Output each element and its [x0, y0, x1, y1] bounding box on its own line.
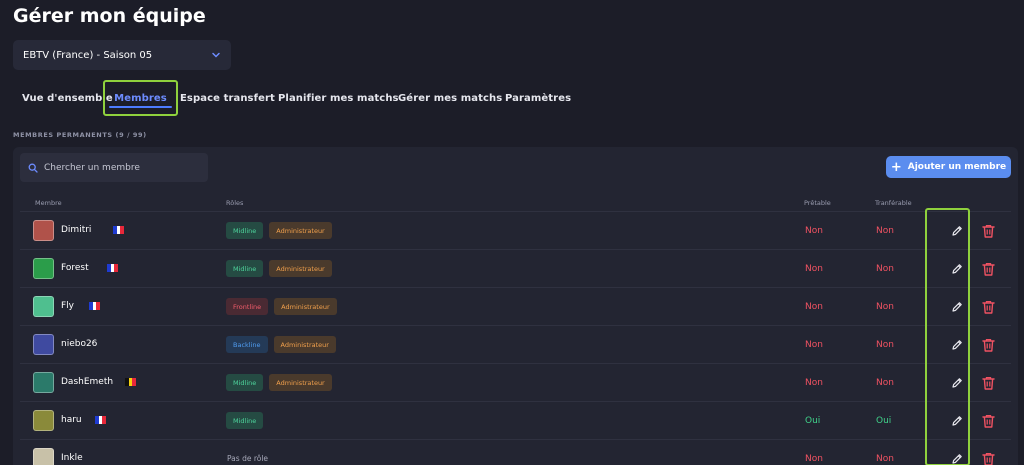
role-badges: Frontline Administrateur — [226, 298, 337, 315]
tab-transfer[interactable]: Espace transfert — [180, 80, 275, 116]
member-name[interactable]: Fly — [61, 301, 74, 311]
role-badge: Administrateur — [269, 260, 332, 277]
avatar — [33, 258, 54, 279]
plus-icon: + — [890, 159, 902, 175]
search-input[interactable] — [44, 162, 194, 173]
edit-pencil-icon[interactable] — [951, 453, 963, 465]
transferable-value: Oui — [876, 416, 892, 426]
delete-trash-icon[interactable] — [982, 376, 995, 390]
delete-trash-icon[interactable] — [982, 338, 995, 352]
transferable-value: Non — [876, 302, 894, 312]
loanable-value: Non — [805, 264, 823, 274]
edit-pencil-icon[interactable] — [951, 301, 963, 313]
role-badge: Midline — [226, 222, 264, 239]
table-row: Inkle Pas de rôle Non Non — [20, 439, 1011, 465]
member-name[interactable]: niebo26 — [61, 339, 97, 349]
role-badge: Midline — [226, 412, 264, 429]
tab-overview[interactable]: Vue d'ensemble — [22, 80, 113, 116]
tab-bar: Vue d'ensemble Membres Espace transfert … — [0, 80, 600, 116]
table-row: niebo26 Backline Administrateur Non Non — [20, 325, 1011, 363]
role-badge: Midline — [226, 374, 264, 391]
table-row: Forest Midline Administrateur Non Non — [20, 249, 1011, 287]
search-icon — [28, 163, 38, 173]
delete-trash-icon[interactable] — [982, 452, 995, 465]
member-name[interactable]: Inkle — [61, 453, 83, 463]
transferable-value: Non — [876, 454, 894, 464]
delete-trash-icon[interactable] — [982, 224, 995, 238]
loanable-value: Non — [805, 454, 823, 464]
loanable-value: Non — [805, 340, 823, 350]
tab-members[interactable]: Membres — [103, 80, 178, 116]
edit-pencil-icon[interactable] — [951, 377, 963, 389]
section-title: MEMBRES PERMANENTS (9 / 99) — [13, 131, 147, 139]
france-flag-icon — [89, 302, 101, 310]
france-flag-icon — [95, 416, 107, 424]
role-badge: Backline — [226, 336, 268, 353]
member-name[interactable]: haru — [61, 415, 82, 425]
table-row: DashEmeth Midline Administrateur Non Non — [20, 363, 1011, 401]
role-badge: Administrateur — [269, 222, 332, 239]
role-badges: Backline Administrateur — [226, 336, 336, 353]
table-row: haru Midline Oui Oui — [20, 401, 1011, 439]
table-row: Dimitri Midline Administrateur Non Non — [20, 211, 1011, 249]
avatar — [33, 410, 54, 431]
france-flag-icon — [113, 226, 125, 234]
column-header-roles: Rôles — [226, 199, 244, 207]
role-badge: Midline — [226, 260, 264, 277]
add-member-button[interactable]: + Ajouter un membre — [886, 156, 1011, 178]
tab-settings[interactable]: Paramètres — [505, 80, 571, 116]
avatar — [33, 220, 54, 241]
column-header-member: Membre — [35, 199, 62, 207]
role-badge: Administrateur — [273, 336, 336, 353]
member-name[interactable]: DashEmeth — [61, 377, 113, 387]
column-header-transferable: Tranférable — [875, 199, 912, 207]
page-title: Gérer mon équipe — [13, 5, 206, 27]
role-badges: Midline Administrateur — [226, 374, 332, 391]
members-panel: + Ajouter un membre Membre Rôles Prêtabl… — [13, 147, 1018, 465]
column-header-loanable: Prêtable — [804, 199, 831, 207]
role-badges: Midline Administrateur — [226, 260, 332, 277]
transferable-value: Non — [876, 264, 894, 274]
delete-trash-icon[interactable] — [982, 300, 995, 314]
delete-trash-icon[interactable] — [982, 414, 995, 428]
role-badges: Midline Administrateur — [226, 222, 332, 239]
avatar — [33, 296, 54, 317]
add-member-label: Ajouter un membre — [907, 162, 1007, 172]
tab-manage-matches[interactable]: Gérer mes matchs — [398, 80, 502, 116]
role-badge: Administrateur — [274, 298, 337, 315]
loanable-value: Non — [805, 226, 823, 236]
avatar — [33, 372, 54, 393]
france-flag-icon — [107, 264, 119, 272]
role-badge: Administrateur — [269, 374, 332, 391]
role-badge: Frontline — [226, 298, 269, 315]
season-selected-value: EBTV (France) - Saison 05 — [23, 49, 153, 61]
role-badges: Midline — [226, 412, 264, 429]
avatar — [33, 448, 54, 465]
transferable-value: Non — [876, 378, 894, 388]
edit-pencil-icon[interactable] — [951, 263, 963, 275]
chevron-down-icon — [212, 52, 220, 58]
transferable-value: Non — [876, 226, 894, 236]
tab-highlight-box — [103, 80, 178, 116]
loanable-value: Non — [805, 378, 823, 388]
search-box — [20, 153, 208, 182]
edit-pencil-icon[interactable] — [951, 225, 963, 237]
no-role-text: Pas de rôle — [227, 454, 269, 463]
edit-pencil-icon[interactable] — [951, 415, 963, 427]
member-name[interactable]: Forest — [61, 263, 89, 273]
avatar — [33, 334, 54, 355]
table-row: Fly Frontline Administrateur Non Non — [20, 287, 1011, 325]
transferable-value: Non — [876, 340, 894, 350]
belgium-flag-icon — [125, 378, 137, 386]
member-name[interactable]: Dimitri — [61, 225, 91, 235]
tab-schedule-matches[interactable]: Planifier mes matchs — [278, 80, 399, 116]
loanable-value: Oui — [805, 416, 821, 426]
season-dropdown[interactable]: EBTV (France) - Saison 05 — [13, 40, 231, 70]
loanable-value: Non — [805, 302, 823, 312]
delete-trash-icon[interactable] — [982, 262, 995, 276]
edit-pencil-icon[interactable] — [951, 339, 963, 351]
